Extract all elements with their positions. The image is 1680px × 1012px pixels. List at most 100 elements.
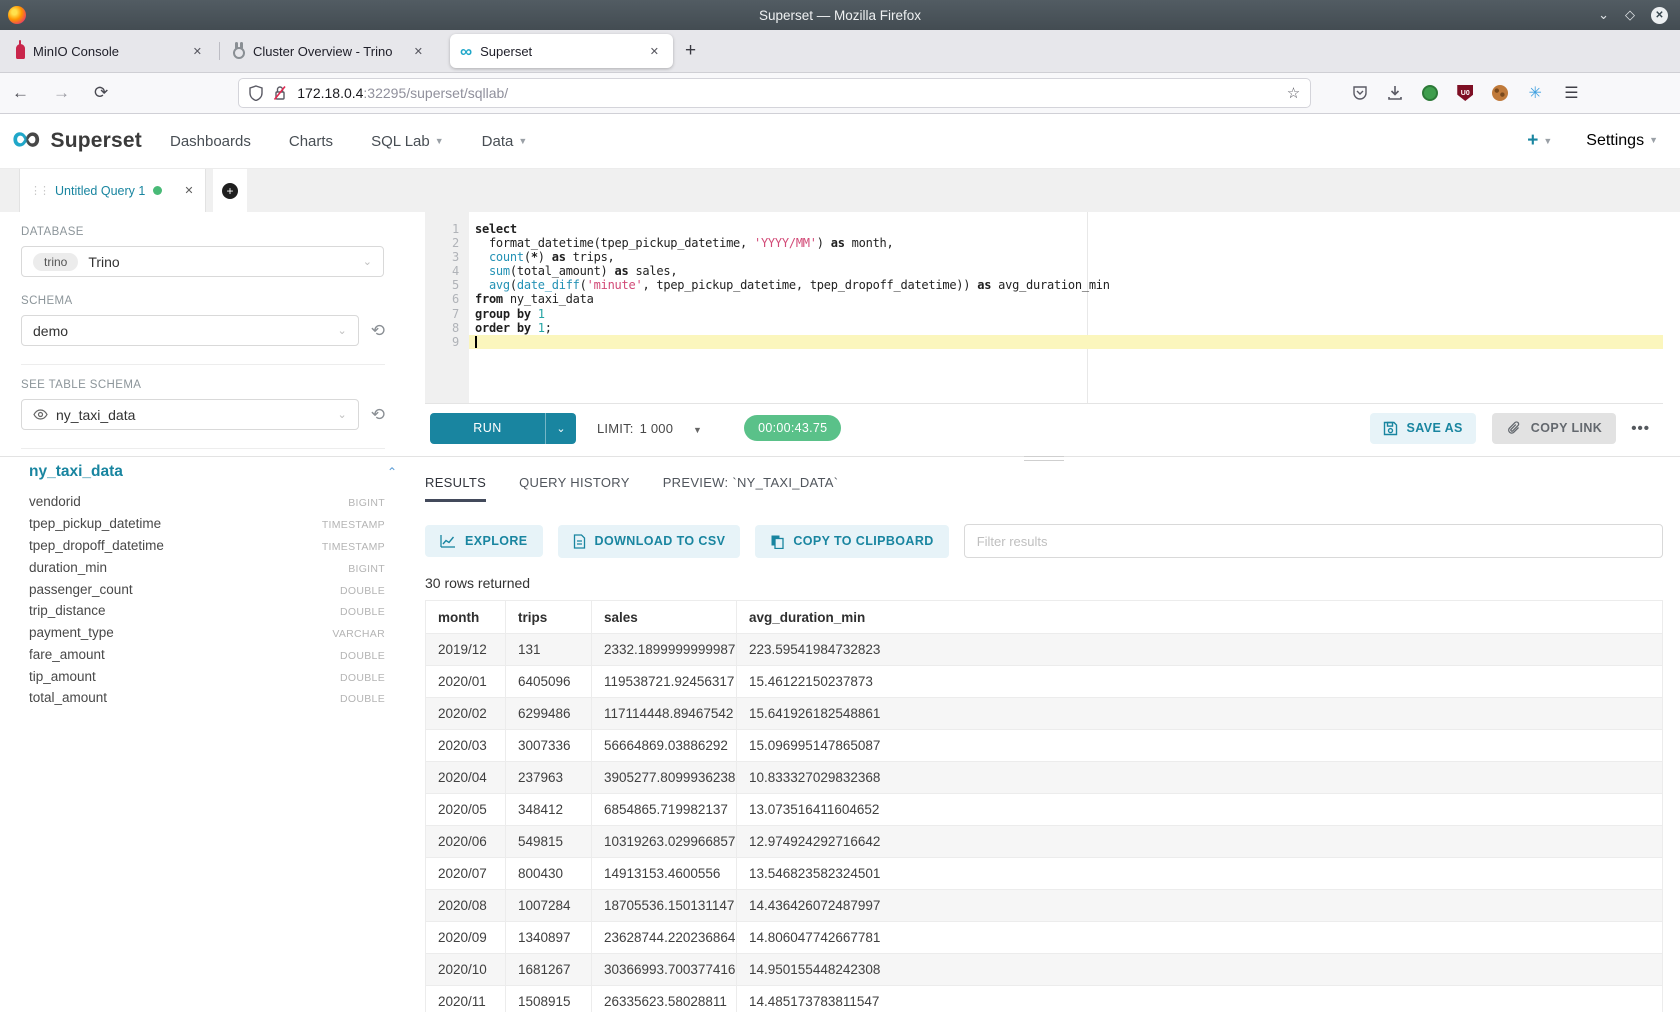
nav-charts[interactable]: Charts xyxy=(289,133,333,150)
more-options-icon[interactable]: ••• xyxy=(1631,420,1650,437)
column-type: DOUBLE xyxy=(340,672,385,684)
tracking-shield-icon[interactable] xyxy=(249,85,263,101)
settings-menu[interactable]: Settings▼ xyxy=(1586,132,1658,150)
table-cell: 800430 xyxy=(506,858,592,890)
code-line xyxy=(469,335,1663,349)
table-row: 2020/042379633905277.809993623810.833327… xyxy=(426,762,1663,794)
table-cell: 6854865.719982137 xyxy=(592,794,737,826)
pocket-icon[interactable] xyxy=(1351,84,1369,102)
close-tab-icon[interactable]: ✕ xyxy=(189,43,206,60)
schema-column-row: payment_typeVARCHAR xyxy=(21,622,385,644)
pane-splitter[interactable] xyxy=(425,452,1663,462)
column-type: DOUBLE xyxy=(340,606,385,618)
superset-icon: ∞ xyxy=(460,43,472,60)
downloads-icon[interactable] xyxy=(1386,84,1404,102)
schema-column-list: vendoridBIGINTtpep_pickup_datetimeTIMEST… xyxy=(21,491,385,709)
filter-results-input[interactable] xyxy=(964,524,1663,558)
browser-tab-superset[interactable]: ∞ Superset ✕ xyxy=(450,34,673,68)
table-cell: 15.096995147865087 xyxy=(737,730,1663,762)
table-cell: 3905277.8099936238 xyxy=(592,762,737,794)
back-icon[interactable]: ← xyxy=(0,83,41,103)
table-cell: 6405096 xyxy=(506,666,592,698)
column-name: vendorid xyxy=(29,494,81,509)
sql-code-editor[interactable]: 123456789 select format_datetime(tpep_pi… xyxy=(425,212,1663,403)
run-options-chevron-icon[interactable]: ⌄ xyxy=(546,413,576,444)
table-cell: 2020/04 xyxy=(426,762,506,794)
nav-dashboards[interactable]: Dashboards xyxy=(170,133,251,150)
tab-label: Cluster Overview - Trino xyxy=(253,44,392,59)
table-name-heading[interactable]: ny_taxi_data xyxy=(29,463,123,481)
query-tab-active[interactable]: ⋮⋮ Untitled Query 1 ✕ xyxy=(19,169,206,212)
tab-preview[interactable]: PREVIEW: `NY_TAXI_DATA` xyxy=(663,475,839,502)
explore-button[interactable]: EXPLORE xyxy=(425,525,543,557)
browser-tab-trino[interactable]: Cluster Overview - Trino ✕ xyxy=(223,34,437,68)
run-button[interactable]: RUN xyxy=(430,413,546,444)
copy-to-clipboard-button[interactable]: COPY TO CLIPBOARD xyxy=(755,525,948,558)
text-cursor xyxy=(475,336,477,348)
add-new-button[interactable]: +▼ xyxy=(1527,130,1552,152)
table-row: 2020/11150891526335623.5802881114.485173… xyxy=(426,986,1663,1012)
results-column-header[interactable]: month xyxy=(426,601,506,634)
ublock-icon[interactable]: U0 xyxy=(1456,84,1474,102)
results-column-header[interactable]: avg_duration_min xyxy=(737,601,1663,634)
chevron-up-icon[interactable]: ⌃ xyxy=(387,465,397,479)
tab-results[interactable]: RESULTS xyxy=(425,475,486,502)
maximize-icon[interactable]: ◇ xyxy=(1625,7,1635,23)
copy-link-button[interactable]: COPY LINK xyxy=(1492,413,1616,444)
bookmark-star-icon[interactable]: ☆ xyxy=(1287,84,1300,102)
new-tab-button[interactable]: + xyxy=(673,40,708,62)
results-tabbar: RESULTS QUERY HISTORY PREVIEW: `NY_TAXI_… xyxy=(425,475,1663,502)
extension-asterisk-icon[interactable]: ✳ xyxy=(1526,84,1544,102)
limit-dropdown[interactable]: LIMIT:1 000 ▼ xyxy=(597,421,702,436)
close-tab-icon[interactable]: ✕ xyxy=(646,43,663,60)
line-number: 1 xyxy=(425,222,459,236)
close-tab-icon[interactable]: ✕ xyxy=(410,43,427,60)
table-row: 2020/0654981510319263.02996685712.974924… xyxy=(426,826,1663,858)
query-timer-badge: 00:00:43.75 xyxy=(744,415,841,441)
chevron-down-icon: ▼ xyxy=(693,425,702,435)
tab-query-history[interactable]: QUERY HISTORY xyxy=(519,475,630,502)
nav-sql-lab[interactable]: SQL Lab▼ xyxy=(371,133,444,150)
url-input[interactable]: 172.18.0.4 :32295/superset/sqllab/ ☆ xyxy=(238,78,1311,108)
table-select[interactable]: ny_taxi_data ⌄ xyxy=(21,399,359,430)
code-line: order by 1; xyxy=(469,321,1663,335)
browser-toolbar: ← → ⟳ 172.18.0.4 :32295/superset/sqllab/… xyxy=(0,73,1680,114)
results-table: monthtripssalesavg_duration_min 2019/121… xyxy=(425,600,1663,1012)
editor-code-area[interactable]: select format_datetime(tpep_pickup_datet… xyxy=(469,212,1663,403)
reload-icon[interactable]: ⟳ xyxy=(82,83,120,103)
results-column-header[interactable]: sales xyxy=(592,601,737,634)
table-cell: 2020/01 xyxy=(426,666,506,698)
divider xyxy=(21,364,385,365)
schema-select[interactable]: demo ⌄ xyxy=(21,315,359,346)
paperclip-icon xyxy=(1506,421,1522,436)
table-cell: 2020/03 xyxy=(426,730,506,762)
add-query-tab-button[interactable]: + xyxy=(213,169,247,212)
insecure-lock-icon[interactable] xyxy=(273,85,287,101)
database-select[interactable]: trino Trino ⌄ xyxy=(21,246,384,277)
line-number: 8 xyxy=(425,321,459,335)
trino-icon xyxy=(233,47,245,59)
run-split-button[interactable]: RUN ⌄ xyxy=(430,413,576,444)
table-cell: 131 xyxy=(506,634,592,666)
table-value: ny_taxi_data xyxy=(56,407,135,423)
download-csv-button[interactable]: DOWNLOAD TO CSV xyxy=(558,525,741,558)
forward-icon[interactable]: → xyxy=(41,83,82,103)
refresh-table-icon[interactable]: ⟲ xyxy=(371,405,385,425)
save-as-button[interactable]: SAVE AS xyxy=(1370,413,1476,444)
refresh-schema-icon[interactable]: ⟲ xyxy=(371,321,385,341)
cookie-extension-icon[interactable] xyxy=(1491,84,1509,102)
minimize-icon[interactable]: ⌄ xyxy=(1598,7,1609,23)
schema-column-row: passenger_countDOUBLE xyxy=(21,578,385,600)
table-row: 2020/0780043014913153.460055613.54682358… xyxy=(426,858,1663,890)
drag-handle-icon[interactable] xyxy=(1024,453,1064,464)
close-query-tab-icon[interactable]: ✕ xyxy=(184,184,193,197)
column-name: payment_type xyxy=(29,625,114,640)
close-window-icon[interactable]: ✕ xyxy=(1651,7,1668,24)
browser-tab-minio[interactable]: MinIO Console ✕ xyxy=(6,34,216,68)
table-cell: 2020/05 xyxy=(426,794,506,826)
results-column-header[interactable]: trips xyxy=(506,601,592,634)
nav-data[interactable]: Data▼ xyxy=(482,133,528,150)
menu-icon[interactable]: ☰ xyxy=(1564,83,1578,103)
extension-green-icon[interactable] xyxy=(1421,84,1439,102)
table-cell: 14.485173783811547 xyxy=(737,986,1663,1012)
